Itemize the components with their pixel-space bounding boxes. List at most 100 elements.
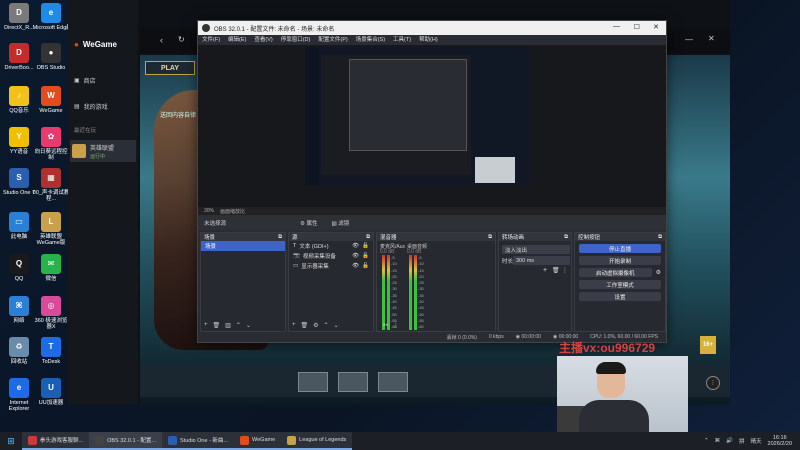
dock-float-icon[interactable]: ⧉ — [658, 234, 662, 241]
mixer-tools: ⚯ ⋮ — [383, 322, 399, 329]
zoom-level[interactable]: 30% — [204, 208, 214, 214]
desktop-icon[interactable]: L 英雄联盟WeGame版 — [32, 212, 70, 246]
desktop-icon[interactable]: ✿ 向日葵远程控制 — [32, 127, 70, 161]
control-button[interactable]: 停止直播 — [579, 244, 661, 253]
gear-icon[interactable]: ⚙ — [656, 269, 661, 276]
dock-float-icon[interactable]: ⧉ — [488, 234, 492, 241]
duration-input[interactable]: 300 ms — [513, 256, 570, 265]
add-icon[interactable]: + — [543, 267, 547, 274]
lol-card[interactable] — [338, 372, 368, 392]
dock-float-icon[interactable]: ⧉ — [366, 234, 370, 241]
back-icon[interactable]: ‹ — [160, 35, 163, 45]
menu-item[interactable]: 工具(T) — [393, 35, 411, 45]
weather[interactable]: 晴天 — [751, 437, 762, 445]
app-icon: ▭ — [9, 212, 29, 232]
sidebar-item-my-games[interactable]: ▤ 我的游戏 — [74, 102, 108, 111]
more-icon[interactable]: ⋮ — [562, 267, 568, 274]
lock-icon[interactable]: 🔓 — [362, 263, 369, 269]
taskbar-app[interactable]: OBS 32.0.1 - 配置... — [89, 432, 163, 450]
menu-item[interactable]: 停靠窗口(D) — [281, 35, 311, 45]
more-options-icon[interactable]: ⋮ — [706, 376, 720, 390]
control-button[interactable]: 开始录制 — [579, 256, 661, 265]
app-icon: S — [9, 168, 29, 188]
preview-obs-nested — [349, 59, 467, 151]
taskbar-app[interactable]: WeGame — [234, 432, 282, 450]
clock[interactable]: 16:16 2026/2/20 — [768, 435, 792, 447]
control-button[interactable]: 启动虚拟摄像机 — [579, 268, 652, 277]
recent-game-lol[interactable]: 英雄联盟 运行中 — [70, 140, 136, 162]
menu-item[interactable]: 配置文件(P) — [318, 35, 347, 45]
down-icon[interactable]: ⌄ — [246, 322, 251, 329]
dock-float-icon[interactable]: ⧉ — [564, 234, 568, 241]
up-icon[interactable]: ⌃ — [324, 322, 329, 329]
minimize-icon[interactable]: — — [613, 23, 620, 30]
input-method[interactable]: 拼 — [739, 437, 745, 445]
text-icon: T — [293, 243, 297, 249]
taskbar-app[interactable]: League of Legends — [281, 432, 353, 450]
desktop-icon[interactable]: ▦ 00_声卡调试教程... — [32, 168, 70, 202]
source-item[interactable]: T 文本 (GDI+) 👁 🔓 — [289, 241, 373, 251]
control-button[interactable]: 设置 — [579, 292, 661, 301]
windows-start-icon[interactable]: ⊞ — [0, 436, 22, 447]
obs-preview[interactable] — [198, 45, 666, 207]
properties-button[interactable]: ⚙ 属性 — [300, 219, 317, 227]
store-icon: ▣ — [74, 78, 80, 84]
down-icon[interactable]: ⌄ — [334, 322, 339, 329]
eye-icon[interactable]: 👁 — [352, 243, 359, 249]
lol-card[interactable] — [298, 372, 328, 392]
desktop-icon[interactable]: ◎ 360 极速浏览器X — [32, 296, 70, 330]
more-icon[interactable]: ⋮ — [393, 322, 399, 329]
app-icon: D — [9, 3, 29, 23]
close-icon[interactable]: ✕ — [653, 23, 659, 31]
live-time: 00:00:00 — [521, 334, 541, 340]
desktop-icon[interactable]: W WeGame — [32, 86, 70, 114]
filter-icon[interactable]: ▥ — [225, 322, 231, 329]
filters-button[interactable]: ▧ 滤镜 — [332, 219, 350, 227]
lock-icon[interactable]: 🔓 — [362, 253, 369, 259]
sidebar-item-store[interactable]: ▣ 商店 — [74, 76, 96, 85]
control-button[interactable]: 工作室模式 — [579, 280, 661, 289]
menu-item[interactable]: 帮助(H) — [419, 35, 438, 45]
play-button[interactable]: PLAY — [145, 61, 195, 75]
maximize-icon[interactable]: ☐ — [634, 23, 640, 31]
app-icon: U — [41, 378, 61, 398]
close-icon[interactable]: ✕ — [708, 34, 715, 43]
menu-item[interactable]: 文件(F) — [202, 35, 220, 45]
minimize-icon[interactable]: — — [685, 35, 693, 44]
trash-icon[interactable]: 🗑 — [301, 322, 309, 329]
gear-icon[interactable]: ⚙ — [313, 322, 318, 329]
menu-item[interactable]: 查看(V) — [254, 35, 272, 45]
filters-label: 滤镜 — [338, 220, 350, 227]
scene-item[interactable]: 场景 — [201, 241, 285, 251]
canvas-label[interactable]: 画面缩放比 — [220, 208, 245, 215]
desktop-icon[interactable]: ✉ 微信 — [32, 254, 70, 282]
taskbar-app[interactable]: Studio One - 新曲... — [162, 432, 235, 450]
link-icon[interactable]: ⚯ — [383, 322, 388, 329]
source-item[interactable]: 📷 视频采集设备 👁 🔓 — [289, 251, 373, 261]
menu-item[interactable]: 场景集合(S) — [356, 35, 385, 45]
transition-select[interactable]: 淡入淡出 — [502, 245, 570, 254]
desktop-icon[interactable]: ● OBS Studio — [32, 43, 70, 71]
up-icon[interactable]: ⌃ — [236, 322, 241, 329]
desktop-icon[interactable]: U UU加速器 — [32, 378, 70, 406]
add-icon[interactable]: + — [204, 322, 208, 329]
chevron-up-icon[interactable]: ⌃ — [704, 438, 709, 444]
lock-icon[interactable]: 🔓 — [362, 243, 369, 249]
eye-icon[interactable]: 👁 — [352, 263, 359, 269]
taskbar-app[interactable]: 拳头游戏客服聊... — [22, 432, 90, 450]
add-icon[interactable]: + — [292, 322, 296, 329]
desktop-icon-label: 英雄联盟WeGame版 — [36, 234, 66, 246]
live-icon: ◉ — [515, 334, 521, 340]
volume-icon[interactable]: 🔊 — [726, 438, 733, 444]
trash-icon[interactable]: 🗑 — [552, 267, 560, 274]
lol-card[interactable] — [378, 372, 408, 392]
network-icon[interactable]: ⌘ — [715, 438, 721, 444]
trash-icon[interactable]: 🗑 — [213, 322, 221, 329]
refresh-icon[interactable]: ↻ — [178, 35, 185, 44]
menu-item[interactable]: 编辑(E) — [228, 35, 246, 45]
desktop-icon[interactable]: T ToDesk — [32, 337, 70, 365]
mixer-scale: -5 -10 -15 -20 -25 -30 -35 -40 -45 -50 -55 -60 — [418, 255, 432, 331]
dock-float-icon[interactable]: ⧉ — [278, 234, 282, 241]
eye-icon[interactable]: 👁 — [352, 253, 359, 259]
source-item[interactable]: ▭ 显示器采集 👁 🔓 — [289, 261, 373, 271]
